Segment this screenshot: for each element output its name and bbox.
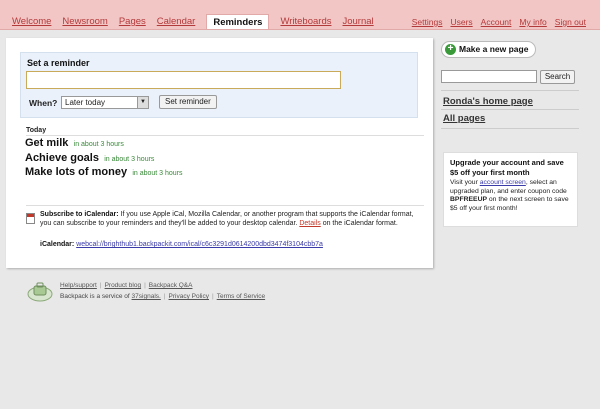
make-new-page-button[interactable]: + Make a new page	[441, 41, 536, 58]
service-prefix: Backpack is a service of	[60, 293, 130, 300]
set-reminder-title: Set a reminder	[27, 58, 90, 68]
my-info-link[interactable]: My info	[519, 16, 546, 28]
chevron-down-icon[interactable]: ▼	[137, 97, 148, 108]
ical-details-link[interactable]: Details	[299, 220, 320, 227]
divider	[441, 128, 579, 129]
upgrade-body: Visit your account screen, select an upg…	[450, 179, 571, 213]
divider	[441, 90, 579, 91]
calendar-icon	[26, 213, 35, 224]
when-label: When?	[29, 98, 58, 108]
tab-newsroom[interactable]: Newsroom	[62, 16, 107, 29]
main-tabs: Welcome Newsroom Pages Calendar Reminder…	[12, 14, 385, 29]
tab-welcome[interactable]: Welcome	[12, 16, 51, 29]
footer-legal: Backpack is a service of 37signals. | Priv…	[60, 293, 266, 300]
divider	[26, 135, 424, 136]
reminder-time: in about 3 hours	[73, 141, 124, 148]
list-item: Achieve goals in about 3 hours	[25, 152, 183, 167]
ical-details-suffix: on the iCalendar format.	[322, 219, 398, 227]
reminder-list: Get milk in about 3 hours Achieve goals …	[25, 137, 183, 181]
reminder-text-input[interactable]	[26, 71, 341, 89]
search-input[interactable]	[441, 70, 537, 83]
upgrade-text: Visit your	[450, 179, 478, 186]
sign-out-link[interactable]: Sign out	[555, 16, 586, 28]
when-select[interactable]: Later today ▼	[61, 96, 149, 109]
reminder-text: Get milk	[25, 137, 69, 149]
make-new-page-label: Make a new page	[459, 44, 529, 54]
account-screen-link[interactable]: account screen	[480, 179, 526, 186]
terms-of-service-link[interactable]: Terms of Service	[217, 293, 265, 300]
help-support-link[interactable]: Help/support	[60, 282, 97, 289]
when-selected-value: Later today	[65, 98, 106, 107]
today-heading: Today	[26, 127, 47, 134]
ical-description: Subscribe to iCalendar: If you use Apple…	[40, 211, 424, 228]
tab-writeboards[interactable]: Writeboards	[280, 16, 331, 29]
reminder-time: in about 3 hours	[104, 155, 155, 163]
privacy-policy-link[interactable]: Privacy Policy	[169, 293, 209, 300]
plus-icon: +	[445, 44, 456, 55]
backpack-logo-icon	[27, 282, 53, 302]
tab-reminders[interactable]: Reminders	[206, 14, 270, 29]
ical-url-label: iCalendar:	[40, 241, 75, 248]
divider	[26, 205, 424, 206]
reminder-text: Achieve goals	[25, 151, 99, 164]
search-button[interactable]: Search	[540, 70, 575, 84]
users-link[interactable]: Users	[450, 16, 472, 28]
account-links: Settings Users Account My info Sign out	[404, 16, 586, 28]
product-blog-link[interactable]: Product blog	[105, 282, 142, 289]
list-item: Get milk in about 3 hours	[25, 137, 183, 152]
list-item: Make lots of money in about 3 hours	[25, 166, 183, 181]
ical-url-row: iCalendar: webcal://brighthub1.backpacki…	[40, 241, 323, 248]
upgrade-heading: Upgrade your account and save $5 off you…	[450, 158, 564, 177]
upgrade-promo: Upgrade your account and save $5 off you…	[443, 152, 578, 227]
divider	[441, 109, 579, 110]
coupon-code: BPFREEUP	[450, 196, 488, 203]
reminder-time: in about 3 hours	[132, 170, 183, 177]
account-link[interactable]: Account	[481, 16, 512, 28]
top-navigation-bar: Welcome Newsroom Pages Calendar Reminder…	[0, 0, 600, 30]
ical-heading: Subscribe to iCalendar:	[40, 211, 119, 218]
ical-url-link[interactable]: webcal://brighthub1.backpackit.com/ical/…	[76, 241, 323, 248]
set-reminder-form: Set a reminder When? Later today ▼ Set r…	[20, 52, 418, 118]
home-page-link[interactable]: Ronda's home page	[443, 96, 533, 107]
reminder-text: Make lots of money	[25, 166, 128, 178]
footer-links: Help/support | Product blog | Backpack Q&A	[60, 282, 193, 289]
settings-link[interactable]: Settings	[412, 16, 443, 28]
tab-journal[interactable]: Journal	[342, 16, 373, 29]
all-pages-link[interactable]: All pages	[443, 113, 485, 124]
37signals-link[interactable]: 37signals.	[132, 293, 161, 300]
set-reminder-button[interactable]: Set reminder	[159, 95, 217, 109]
tab-pages[interactable]: Pages	[119, 16, 146, 29]
backpack-qa-link[interactable]: Backpack Q&A	[149, 282, 193, 289]
reminders-panel: Set a reminder When? Later today ▼ Set r…	[6, 38, 433, 268]
tab-calendar[interactable]: Calendar	[157, 16, 196, 29]
